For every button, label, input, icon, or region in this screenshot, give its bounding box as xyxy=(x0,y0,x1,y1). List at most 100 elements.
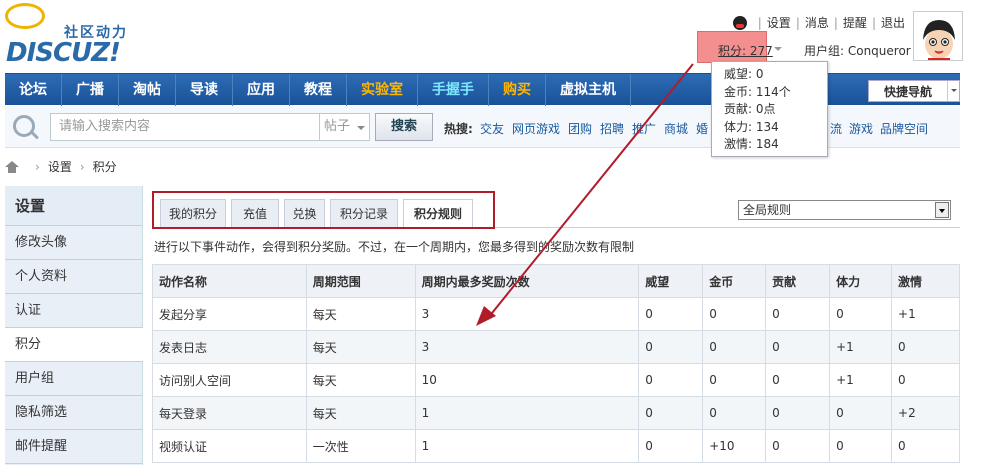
hot-search-item[interactable]: 推广 xyxy=(632,120,656,137)
nav-item-forum[interactable]: 论坛 xyxy=(5,73,62,106)
table-header: 动作名称 周期范围 周期内最多奖励次数 威望 金币 贡献 体力 激情 xyxy=(152,264,960,298)
nav-item-broadcast[interactable]: 广播 xyxy=(62,73,119,106)
sidebar-title: 设置 xyxy=(5,186,142,226)
nav-item-tutorial[interactable]: 教程 xyxy=(290,73,347,106)
breadcrumb-item[interactable]: 设置 xyxy=(48,158,72,175)
table-cell: 0 xyxy=(638,429,704,463)
table-cell: 访问别人空间 xyxy=(152,363,307,397)
credit-link[interactable]: 积分: 277 xyxy=(718,42,773,59)
table-cell: 0 xyxy=(829,396,893,430)
column-header: 动作名称 xyxy=(152,264,307,298)
quick-nav-button[interactable]: 快捷导航 xyxy=(868,80,960,102)
table-row: 视频认证 一次性 1 0 +10 0 0 0 xyxy=(152,429,960,463)
table-cell: 0 xyxy=(702,330,767,364)
table-cell: 每天 xyxy=(305,396,416,430)
top-links: | 设置 | 消息 | 提醒 | 退出 xyxy=(732,14,905,31)
credit-popup-item: 贡献: 0点 xyxy=(724,102,776,116)
table-row: 发起分享 每天 3 0 0 0 0 +1 xyxy=(152,297,960,331)
hot-search-item[interactable]: 婚 xyxy=(696,120,708,137)
table-cell: 每天登录 xyxy=(152,396,307,430)
messages-link[interactable]: 消息 xyxy=(805,14,829,31)
credit-rules-table: 动作名称 周期范围 周期内最多奖励次数 威望 金币 贡献 体力 激情 发起分享 … xyxy=(152,264,960,463)
table-cell: 每天 xyxy=(305,330,416,364)
settings-link[interactable]: 设置 xyxy=(767,14,791,31)
credit-popup-item: 金币: 114个 xyxy=(724,84,791,99)
quick-nav-label: 快捷导航 xyxy=(883,84,932,99)
sidebar-item-usergroup[interactable]: 用户组 xyxy=(5,362,142,396)
notifications-link[interactable]: 提醒 xyxy=(843,14,867,31)
table-cell: 0 xyxy=(765,363,831,397)
credit-popup: 威望: 0 金币: 114个 贡献: 0点 体力: 134 激情: 184 xyxy=(711,61,828,157)
table-cell: 视频认证 xyxy=(152,429,307,463)
credit-popup-item: 激情: 184 xyxy=(724,137,779,151)
nav-item-apps[interactable]: 应用 xyxy=(233,73,290,106)
avatar[interactable] xyxy=(913,11,963,61)
search-type-select[interactable]: 帖子 xyxy=(320,113,370,141)
hot-search-item[interactable]: 网页游戏 xyxy=(512,120,560,137)
nav-item-guide[interactable]: 导读 xyxy=(176,73,233,106)
search-input[interactable]: 请输入搜索内容 xyxy=(50,113,320,141)
table-cell: 发表日志 xyxy=(152,330,307,364)
chevron-down-icon[interactable] xyxy=(774,47,782,51)
logo-bubble xyxy=(5,3,45,29)
sidebar-item-profile[interactable]: 个人资料 xyxy=(5,260,142,294)
table-cell: 3 xyxy=(414,330,640,364)
credit-popup-item: 体力: 134 xyxy=(724,119,779,134)
search-button[interactable]: 搜索 xyxy=(375,113,433,141)
table-cell: 0 xyxy=(765,297,831,331)
search-icon xyxy=(13,115,35,137)
hot-search-item[interactable]: 品牌空间 xyxy=(880,120,928,137)
chevron-down-icon xyxy=(947,81,959,101)
user-group: 用户组: Conqueror xyxy=(804,44,911,58)
table-cell: 0 xyxy=(638,297,704,331)
sidebar-item-email[interactable]: 邮件提醒 xyxy=(5,430,142,464)
nav-item-handshake[interactable]: 手握手 xyxy=(418,73,489,106)
column-header: 威望 xyxy=(638,264,704,298)
hot-search-item[interactable]: 交友 xyxy=(480,120,504,137)
table-cell: 0 xyxy=(765,330,831,364)
table-cell: 0 xyxy=(702,396,767,430)
table-cell: 发起分享 xyxy=(152,297,307,331)
rule-scope-select[interactable]: 全局规则 xyxy=(738,200,951,220)
table-cell: 0 xyxy=(891,330,960,364)
column-header: 激情 xyxy=(891,264,960,298)
chevron-down-icon xyxy=(935,202,949,218)
home-icon[interactable] xyxy=(5,160,19,173)
credit-popup-item: 威望: 0 xyxy=(724,67,764,81)
sidebar-item-privacy[interactable]: 隐私筛选 xyxy=(5,396,142,430)
table-row: 发表日志 每天 3 0 0 0 +1 0 xyxy=(152,330,960,364)
table-cell: 0 xyxy=(702,363,767,397)
logo[interactable]: DISCUZ! xyxy=(6,38,121,68)
column-header: 体力 xyxy=(829,264,893,298)
nav-item-buy[interactable]: 购买 xyxy=(489,73,546,106)
hot-search-label: 热搜: xyxy=(444,122,473,136)
qq-icon[interactable] xyxy=(732,15,747,30)
table-cell: 0 xyxy=(829,429,893,463)
hot-search-item[interactable]: 团购 xyxy=(568,120,592,137)
nav-item-lab[interactable]: 实验室 xyxy=(347,73,418,106)
table-cell: 一次性 xyxy=(305,429,416,463)
table-cell: +1 xyxy=(829,330,893,364)
hot-search-item[interactable]: 招聘 xyxy=(600,120,624,137)
table-cell: 0 xyxy=(638,363,704,397)
table-cell: 0 xyxy=(638,330,704,364)
rule-scope-value: 全局规则 xyxy=(743,203,792,217)
table-cell: 0 xyxy=(891,429,960,463)
logout-link[interactable]: 退出 xyxy=(881,14,905,31)
sidebar-item-verify[interactable]: 认证 xyxy=(5,294,142,328)
rules-note: 进行以下事件动作，会得到积分奖励。不过，在一个周期内，您最多得到的奖励次数有限制 xyxy=(154,240,635,254)
sidebar-item-avatar[interactable]: 修改头像 xyxy=(5,226,142,260)
nav-item-hosting[interactable]: 虚拟主机 xyxy=(546,73,631,106)
column-header: 金币 xyxy=(702,264,767,298)
table-cell: 每天 xyxy=(305,297,416,331)
hot-search-item[interactable]: 流 xyxy=(830,120,842,137)
nav-item-collection[interactable]: 淘帖 xyxy=(119,73,176,106)
column-header: 贡献 xyxy=(765,264,831,298)
hot-search-item[interactable]: 商城 xyxy=(664,120,688,137)
table-cell: 3 xyxy=(414,297,640,331)
hot-search-item[interactable]: 游戏 xyxy=(849,120,873,137)
table-cell: 0 xyxy=(702,297,767,331)
column-header: 周期范围 xyxy=(305,264,416,298)
table-cell: +10 xyxy=(702,429,767,463)
sidebar-item-credits[interactable]: 积分 xyxy=(5,328,143,362)
